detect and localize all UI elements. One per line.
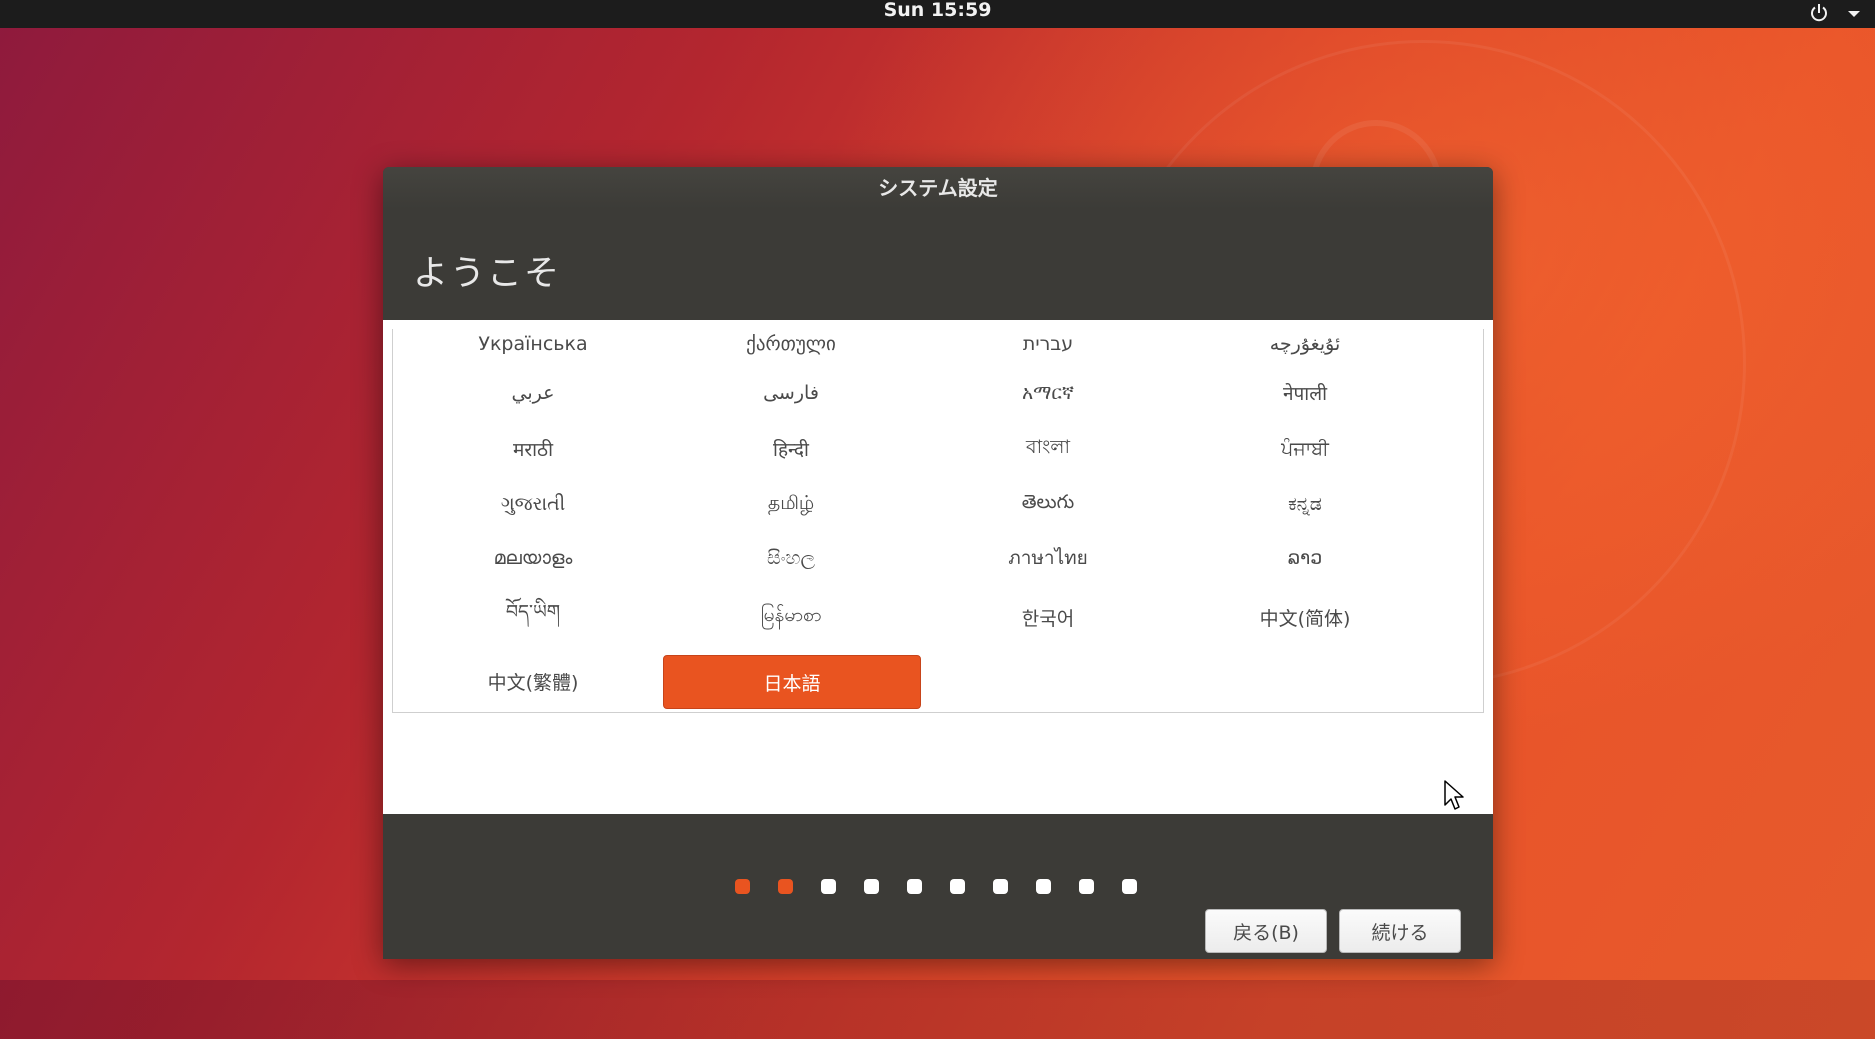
progress-dot <box>821 879 836 894</box>
language-option[interactable]: हिन्दी <box>663 423 919 475</box>
progress-dot <box>907 879 922 894</box>
mouse-cursor-icon <box>1443 779 1467 813</box>
back-button[interactable]: 戻る(B) <box>1205 909 1327 953</box>
clock[interactable]: Sun 15:59 <box>0 0 1875 28</box>
language-option[interactable]: മലയാളം <box>405 532 661 584</box>
language-option[interactable]: 中文(简体) <box>1177 591 1433 643</box>
language-option[interactable]: සිංහල <box>663 532 919 584</box>
language-option[interactable]: བོད་ཡིག <box>405 591 661 643</box>
progress-dots <box>383 879 1493 895</box>
language-option[interactable]: မြန်မာစာ <box>663 591 919 643</box>
progress-dot <box>778 879 793 894</box>
power-icon[interactable] <box>1807 1 1831 25</box>
language-option[interactable]: ภาษาไทย <box>920 532 1176 584</box>
chevron-down-icon[interactable] <box>1843 5 1865 23</box>
language-option[interactable]: Українська <box>405 318 661 370</box>
progress-dot <box>950 879 965 894</box>
language-option[interactable]: עברית <box>920 318 1176 370</box>
progress-dot <box>735 879 750 894</box>
language-list[interactable]: Українська ქართული עברית ئۇيغۇرچە عربي فارسی አ… <box>392 329 1484 713</box>
language-option[interactable]: 日本語 <box>663 655 921 709</box>
language-option[interactable]: ქართული <box>663 318 919 370</box>
top-bar: Sun 15:59 <box>0 0 1875 28</box>
language-option[interactable]: فارسی <box>663 367 919 419</box>
progress-dot <box>993 879 1008 894</box>
language-option[interactable]: తెలుగు <box>920 478 1176 530</box>
language-option[interactable]: 한국어 <box>920 591 1176 643</box>
continue-button[interactable]: 続ける <box>1339 909 1461 953</box>
language-option[interactable]: ລາວ <box>1177 532 1433 584</box>
welcome-heading: ようこそ <box>413 254 562 294</box>
language-option[interactable]: ئۇيغۇرچە <box>1177 318 1433 370</box>
language-option[interactable]: বাংলা <box>920 423 1176 475</box>
wallpaper-bottom-band <box>0 980 1875 1039</box>
language-option[interactable]: عربي <box>405 367 661 419</box>
language-option[interactable]: मराठी <box>405 423 661 475</box>
language-option[interactable]: नेपाली <box>1177 367 1433 419</box>
language-option[interactable]: አማርኛ <box>920 367 1176 419</box>
language-option[interactable]: தமிழ் <box>663 478 919 530</box>
dialog-title: システム設定 <box>383 167 1493 209</box>
progress-dot <box>864 879 879 894</box>
language-option[interactable]: ਪੰਜਾਬੀ <box>1177 423 1433 475</box>
progress-dot <box>1079 879 1094 894</box>
progress-dot <box>1122 879 1137 894</box>
system-settings-dialog: システム設定 ようこそ Українська ქართული עברית ئۇيغۇر… <box>383 167 1493 959</box>
language-option[interactable]: ಕನ್ನಡ <box>1177 478 1433 530</box>
language-option[interactable]: ગુજરાતી <box>405 478 661 530</box>
progress-dot <box>1036 879 1051 894</box>
language-option[interactable]: 中文(繁體) <box>405 655 661 707</box>
dialog-content: Українська ქართული עברית ئۇيغۇرچە عربي فارسی አ… <box>383 320 1493 953</box>
